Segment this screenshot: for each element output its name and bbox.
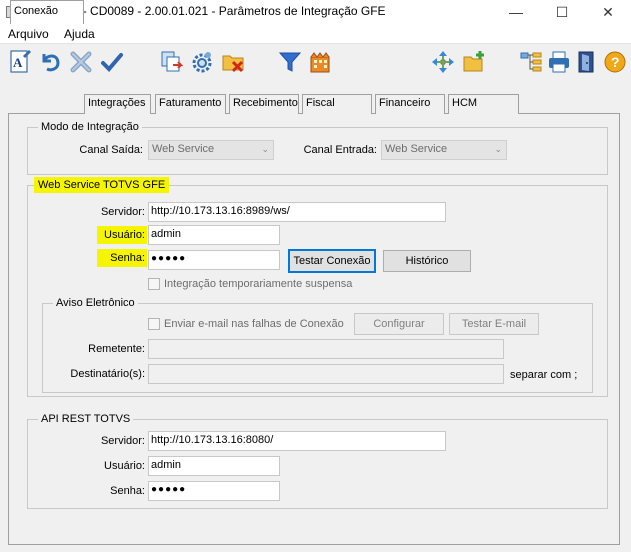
- webservice-title: Web Service TOTVS GFE: [34, 177, 170, 193]
- tab-fiscal[interactable]: Fiscal: [302, 94, 372, 114]
- tab-integracoes[interactable]: Integrações: [84, 94, 151, 114]
- ws-usuario-field[interactable]: admin: [148, 225, 280, 245]
- destinatarios-field[interactable]: [148, 364, 504, 384]
- svg-text:A: A: [13, 55, 23, 70]
- menu-arquivo[interactable]: Arquivo: [8, 27, 49, 41]
- chevron-down-icon: ⌄: [261, 144, 269, 154]
- maximize-icon[interactable]: ☐: [539, 0, 585, 24]
- destinatarios-label: Destinatário(s):: [70, 368, 145, 380]
- menu-ajuda[interactable]: Ajuda: [64, 27, 95, 41]
- copy-icon[interactable]: [158, 49, 184, 75]
- ws-senha-field[interactable]: ●●●●●: [148, 250, 280, 270]
- tab-conexao[interactable]: Conexão: [10, 0, 84, 24]
- delete-icon[interactable]: [68, 49, 94, 75]
- filter-icon[interactable]: [277, 49, 303, 75]
- rest-usuario-field[interactable]: admin: [148, 456, 280, 476]
- enviar-email-checkbox[interactable]: [148, 318, 160, 330]
- tab-hcm[interactable]: HCM: [448, 94, 519, 114]
- modo-integracao-title: Modo de Integração: [38, 121, 142, 133]
- folder-delete-icon[interactable]: [220, 49, 246, 75]
- api-rest-title: API REST TOTVS: [38, 413, 134, 425]
- svg-text:?: ?: [611, 54, 620, 70]
- ws-servidor-field[interactable]: http://10.173.13.16:8989/ws/: [148, 202, 446, 222]
- move-icon[interactable]: [430, 49, 456, 75]
- separar-hint: separar com ;: [510, 369, 578, 381]
- rest-senha-field[interactable]: ●●●●●: [148, 481, 280, 501]
- canal-entrada-label: Canal Entrada:: [303, 144, 377, 156]
- canal-saida-select[interactable]: Web Service ⌄: [148, 140, 274, 160]
- ws-servidor-label: Servidor:: [100, 206, 145, 218]
- tab-faturamento[interactable]: Faturamento: [155, 94, 226, 114]
- remetente-field[interactable]: [148, 339, 504, 359]
- exit-icon[interactable]: [574, 49, 600, 75]
- building-icon[interactable]: [307, 49, 333, 75]
- undo-icon[interactable]: [37, 49, 63, 75]
- suspensa-label: Integração temporariamente suspensa: [164, 278, 353, 290]
- new-folder-icon[interactable]: [461, 49, 487, 75]
- help-icon[interactable]: ?: [602, 49, 628, 75]
- tree-icon[interactable]: [518, 49, 544, 75]
- settings-icon[interactable]: [189, 49, 215, 75]
- testar-email-button[interactable]: Testar E-mail: [449, 313, 539, 335]
- canal-entrada-select[interactable]: Web Service ⌄: [381, 140, 507, 160]
- chevron-down-icon: ⌄: [494, 144, 502, 154]
- testar-conexao-button[interactable]: Testar Conexão: [288, 249, 376, 273]
- canal-saida-label: Canal Saída:: [79, 144, 143, 156]
- confirm-icon[interactable]: [99, 49, 125, 75]
- edit-icon[interactable]: A: [7, 49, 33, 75]
- rest-servidor-label: Servidor:: [100, 435, 145, 447]
- rest-senha-label: Senha:: [110, 485, 145, 497]
- aviso-title: Aviso Eletrônico: [53, 297, 138, 309]
- tab-financeiro[interactable]: Financeiro: [375, 94, 445, 114]
- historico-button[interactable]: Histórico: [383, 250, 471, 272]
- close-icon[interactable]: ✕: [585, 0, 631, 24]
- rest-usuario-label: Usuário:: [104, 460, 145, 472]
- ws-usuario-label: Usuário:: [97, 226, 147, 244]
- tab-recebimento[interactable]: Recebimento: [229, 94, 299, 114]
- enviar-email-label: Enviar e-mail nas falhas de Conexão: [164, 318, 344, 330]
- configurar-button[interactable]: Configurar: [354, 313, 444, 335]
- remetente-label: Remetente:: [88, 343, 145, 355]
- ws-senha-label: Senha:: [97, 249, 147, 267]
- print-icon[interactable]: [546, 49, 572, 75]
- suspensa-checkbox[interactable]: [148, 278, 160, 290]
- minimize-icon[interactable]: —: [493, 0, 539, 24]
- rest-servidor-field[interactable]: http://10.173.13.16:8080/: [148, 431, 446, 451]
